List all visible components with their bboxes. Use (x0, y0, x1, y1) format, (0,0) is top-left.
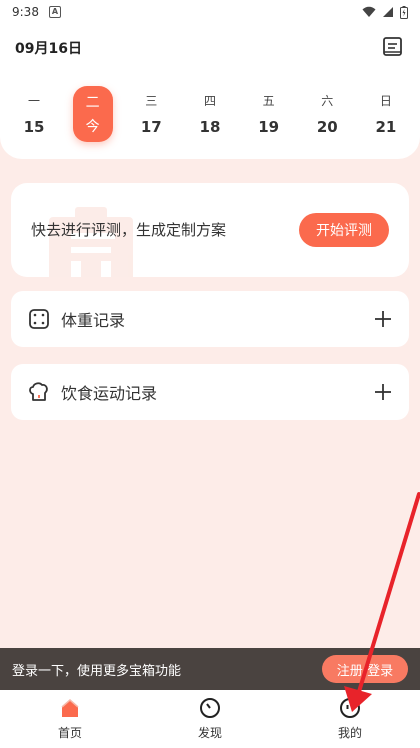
weekday-label: 二 (85, 95, 100, 111)
page-title: 09月16日 (15, 41, 82, 57)
scale-icon (29, 309, 49, 329)
day-mon[interactable]: 一 15 (14, 86, 54, 142)
day-fri[interactable]: 五 19 (249, 86, 289, 142)
day-sat[interactable]: 六 20 (307, 86, 347, 142)
assessment-card: 快去进行评测，生成定制方案 开始评测 (11, 183, 409, 277)
login-banner: 登录一下，使用更多宝箱功能 注册/登录 (0, 648, 420, 690)
weekday-label: 三 (145, 94, 158, 108)
weekday-label: 五 (262, 94, 275, 108)
status-bar: 9:38 A (0, 0, 420, 24)
day-number: 18 (199, 118, 221, 136)
weekday-label: 四 (203, 94, 216, 108)
book-icon[interactable] (382, 36, 404, 58)
weight-record-label: 体重记录 (61, 311, 126, 330)
header-card: 09月16日 一 15 二 今 三 17 四 18 五 19 六 20 日 21 (0, 24, 420, 159)
day-number: 17 (140, 118, 162, 136)
battery-icon (400, 5, 408, 19)
profile-icon (340, 698, 360, 718)
nav-label: 发现 (197, 726, 222, 740)
home-icon (61, 699, 79, 717)
nav-label: 我的 (337, 726, 362, 740)
status-time: 9:38 (12, 5, 39, 19)
day-sun[interactable]: 日 21 (366, 86, 406, 142)
diet-exercise-label: 饮食运动记录 (61, 384, 158, 403)
nav-discover[interactable]: 发现 (170, 697, 250, 741)
add-diet-icon[interactable] (373, 382, 393, 402)
chef-hat-icon (29, 382, 48, 401)
register-login-button[interactable]: 注册/登录 (322, 655, 408, 683)
status-left: 9:38 A (12, 5, 61, 19)
nav-home[interactable]: 首页 (30, 697, 110, 741)
day-number: 19 (258, 118, 280, 136)
day-thu[interactable]: 四 18 (190, 86, 230, 142)
clipboard-decoration-icon (49, 207, 133, 277)
day-number: 今 (85, 119, 100, 135)
weekday-label: 一 (27, 94, 40, 108)
start-assessment-button[interactable]: 开始评测 (299, 213, 389, 247)
weight-record-card[interactable]: 体重记录 (11, 291, 409, 347)
diet-exercise-record-card[interactable]: 饮食运动记录 (11, 364, 409, 420)
weekday-label: 日 (379, 94, 392, 108)
nav-profile[interactable]: 我的 (310, 697, 390, 741)
login-prompt: 登录一下，使用更多宝箱功能 (12, 663, 182, 679)
wifi-icon (362, 6, 376, 17)
signal-icon (383, 7, 393, 17)
nav-label: 首页 (57, 726, 82, 740)
bottom-nav: 首页 发现 我的 (0, 690, 420, 748)
day-number: 20 (316, 118, 338, 136)
status-right (362, 5, 408, 19)
day-number: 21 (375, 118, 397, 136)
weekday-label: 六 (321, 94, 334, 108)
day-wed[interactable]: 三 17 (131, 86, 171, 142)
add-weight-icon[interactable] (373, 309, 393, 329)
assessment-prompt: 快去进行评测，生成定制方案 (31, 221, 227, 239)
day-tue-today[interactable]: 二 今 (72, 86, 113, 142)
compass-icon (200, 698, 220, 718)
week-strip: 一 15 二 今 三 17 四 18 五 19 六 20 日 21 (14, 86, 406, 146)
notification-icon: A (48, 6, 61, 18)
day-number: 15 (23, 118, 45, 136)
